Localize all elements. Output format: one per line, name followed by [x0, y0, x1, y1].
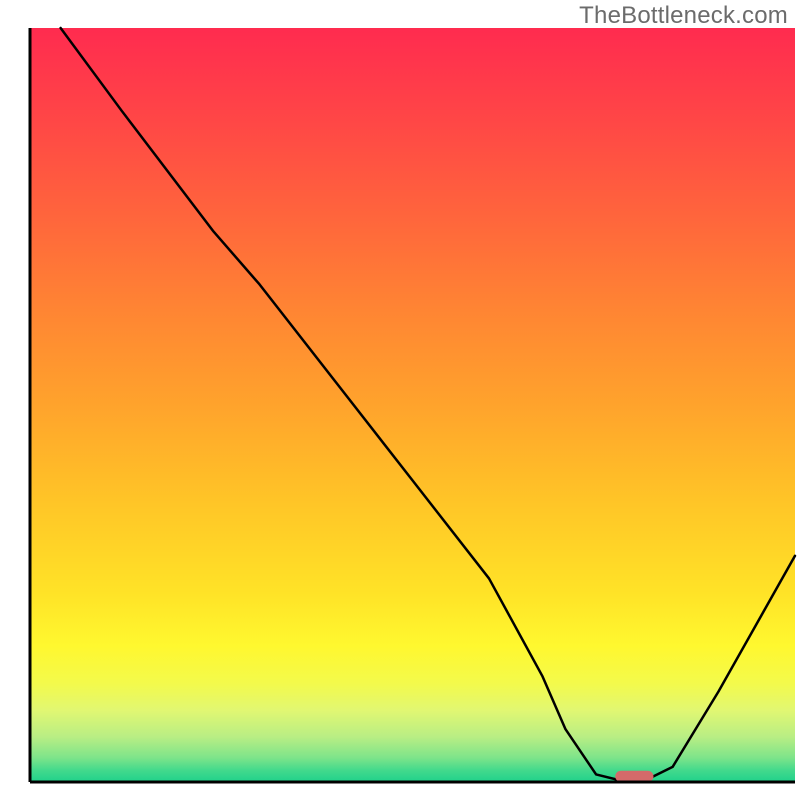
watermark-label: TheBottleneck.com	[579, 2, 788, 30]
marker-pill	[615, 771, 653, 782]
plot-area	[30, 28, 795, 782]
chart-container: TheBottleneck.com	[0, 0, 800, 800]
bottleneck-chart	[0, 0, 800, 800]
